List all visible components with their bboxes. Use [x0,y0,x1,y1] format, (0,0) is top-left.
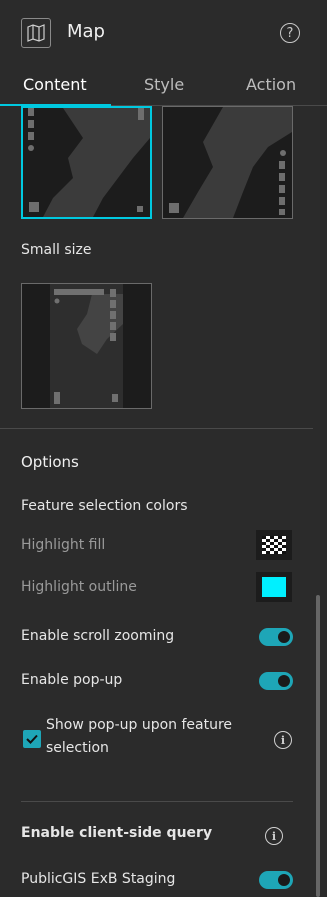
highlight-fill-swatch[interactable] [256,530,292,560]
client-query-source-toggle[interactable] [259,871,293,889]
client-query-info-icon[interactable]: i [265,827,283,845]
panel-title: Map [67,21,105,42]
section-divider [0,428,313,429]
show-popup-label-line2: selection [46,740,109,756]
popup-toggle[interactable] [259,672,293,690]
tab-content[interactable]: Content [23,75,87,94]
map-icon [21,18,51,48]
checkmark-icon [26,734,38,744]
popup-label: Enable pop-up [21,672,123,688]
show-popup-checkbox[interactable] [23,730,41,748]
highlight-outline-label: Highlight outline [21,579,137,595]
section-divider [21,801,293,802]
layout-thumbnail-right[interactable] [162,106,293,219]
tab-bar: Content Style Action [0,66,327,106]
help-icon[interactable]: ? [280,23,300,43]
scrollbar[interactable] [316,595,320,897]
scroll-zoom-label: Enable scroll zooming [21,628,175,644]
options-title: Options [21,453,79,471]
client-query-source-label: PublicGIS ExB Staging [21,871,176,887]
highlight-outline-swatch[interactable] [256,572,292,602]
feature-colors-label: Feature selection colors [21,498,188,514]
tab-action[interactable]: Action [246,75,296,94]
info-icon[interactable]: i [274,731,292,749]
tab-style[interactable]: Style [144,75,184,94]
small-size-label: Small size [21,242,92,258]
checkerboard-icon [262,536,286,554]
client-query-title: Enable client-side query [21,825,213,841]
layout-thumbnail-left[interactable] [21,106,152,219]
highlight-fill-label: Highlight fill [21,537,106,553]
show-popup-label-line1: Show pop-up upon feature [46,717,233,733]
scroll-zoom-toggle[interactable] [259,628,293,646]
layout-thumbnail-small[interactable] [21,283,152,409]
